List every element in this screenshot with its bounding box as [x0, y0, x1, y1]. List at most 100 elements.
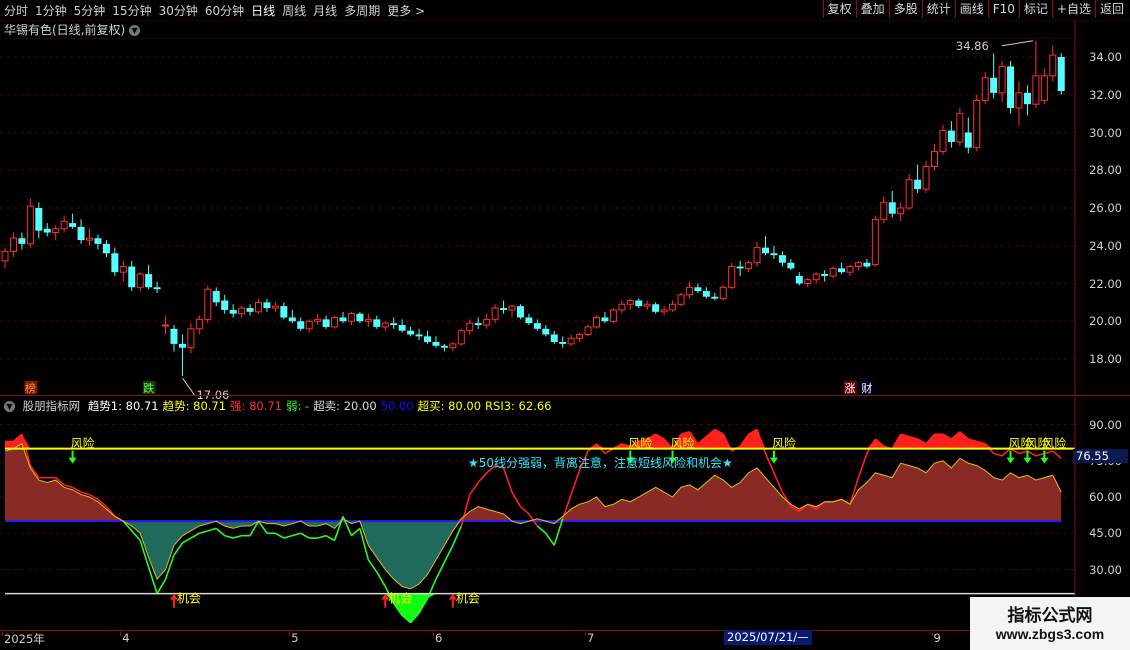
candle-body — [1049, 54, 1057, 77]
strength-line-segment — [190, 532, 200, 539]
candle-body — [238, 307, 246, 315]
candle-body — [1023, 92, 1031, 105]
candle-body — [204, 288, 212, 320]
candle-body — [187, 328, 195, 349]
current-value-box: 76.55 — [1073, 449, 1128, 463]
candle-body — [102, 243, 110, 254]
strength-line-segment — [1044, 450, 1054, 455]
candle-body — [347, 313, 355, 322]
candle-body — [516, 306, 524, 318]
candlestick — [956, 107, 964, 146]
legend-item: 超卖: 20.00 — [313, 399, 377, 413]
date-label: 4 — [122, 631, 130, 645]
watermark-url: www.zbgs3.com — [995, 626, 1105, 642]
marker-label: 榜 — [25, 381, 36, 395]
candlestick — [863, 258, 871, 269]
candle-body — [652, 304, 660, 312]
candlestick-chart: 34.8617.06榜跌涨财 — [1, 39, 1065, 402]
candle-body — [931, 150, 938, 167]
candlestick — [305, 319, 313, 333]
candlestick — [635, 298, 643, 309]
candlestick — [559, 336, 567, 348]
candle-body — [576, 333, 584, 339]
strength-line-segment — [376, 571, 386, 587]
candlestick — [914, 164, 922, 193]
candlestick — [702, 287, 710, 299]
strength-line-segment — [182, 537, 192, 544]
candlestick — [694, 283, 702, 293]
indicator-name[interactable]: 股朋指标网 — [23, 399, 81, 413]
candle-body — [888, 202, 896, 214]
candle-body — [170, 328, 178, 344]
candle-body — [424, 336, 431, 343]
indicator-notice: ★50线分强弱，背离注意，注意短线风险和机会★ — [468, 455, 733, 470]
candlestick — [280, 302, 288, 320]
candlestick — [1023, 85, 1031, 116]
candle-body — [255, 301, 262, 313]
candle-body — [178, 343, 186, 348]
indicator-title-bar: ▼ 股朋指标网 趋势1: 80.71 趋势: 80.71 强: 80.71 弱: -超… — [4, 398, 559, 414]
candlestick — [508, 304, 516, 318]
candle-body — [162, 324, 170, 327]
candlestick — [669, 300, 677, 312]
candle-body — [736, 266, 744, 269]
candle-body — [508, 305, 516, 311]
candle-body — [998, 65, 1006, 94]
candle-body — [440, 345, 448, 348]
opportunity-label: 机会 — [456, 592, 480, 606]
candle-body — [846, 266, 854, 273]
selected-date: 2025/07/21/— — [724, 630, 812, 645]
strength-line-segment — [215, 527, 226, 537]
candle-body — [914, 179, 922, 190]
candlestick — [525, 313, 533, 326]
indicator-chart: 风险 风险 风险 风险 风险风险风险机会 机会 机会★50线分强弱，背离注意，注意短线风险和… — [4, 428, 1075, 624]
strength-line-segment — [764, 453, 775, 474]
candlestick — [880, 196, 888, 224]
candlestick — [567, 334, 575, 346]
candle-body — [86, 237, 93, 241]
strength-line-segment — [156, 578, 167, 595]
candlestick — [728, 262, 736, 290]
candlestick — [322, 315, 330, 329]
candle-body — [9, 237, 17, 252]
indicator-menu-icon[interactable]: ▼ — [4, 401, 15, 412]
date-tick — [585, 630, 587, 636]
chart-canvas[interactable]: 34.8617.06榜跌涨财 风险 风险 风险 风险 风险风险风险机会 机会 机会★50线分… — [0, 0, 1130, 650]
candle-body — [871, 218, 879, 266]
strength-line-segment — [443, 544, 454, 563]
candlestick — [626, 298, 634, 310]
candlestick — [1049, 45, 1057, 82]
candle-body — [1015, 92, 1023, 109]
candle-body — [60, 220, 68, 230]
strength-line-segment — [350, 527, 361, 537]
candlestick — [804, 277, 812, 288]
risk-label: 风险 — [1042, 436, 1066, 451]
candlestick — [86, 228, 93, 246]
candle-body — [77, 226, 85, 241]
candle-body — [812, 273, 820, 281]
candle-body — [550, 334, 558, 343]
risk-label: 风险 — [671, 436, 695, 451]
candlestick — [736, 260, 744, 276]
candle-body — [43, 228, 51, 233]
candle-body — [973, 99, 981, 149]
down-arrow-head — [1040, 457, 1049, 464]
max-pointer — [1001, 40, 1033, 47]
candlestick — [542, 325, 550, 337]
candle-body — [26, 205, 34, 245]
candlestick — [1057, 53, 1065, 95]
marker-label: 财 — [861, 381, 872, 395]
candle-body — [466, 322, 474, 332]
candle-body — [415, 334, 423, 337]
candle-body — [153, 287, 161, 290]
down-arrow-head — [1006, 457, 1015, 464]
candle-body — [669, 303, 677, 311]
candlestick — [271, 302, 279, 312]
candle-body — [829, 267, 837, 277]
candle-body — [407, 330, 415, 335]
candlestick — [998, 60, 1006, 103]
candlestick — [69, 213, 77, 229]
candle-body — [280, 306, 288, 318]
candlestick — [609, 308, 617, 324]
candlestick — [145, 264, 153, 290]
